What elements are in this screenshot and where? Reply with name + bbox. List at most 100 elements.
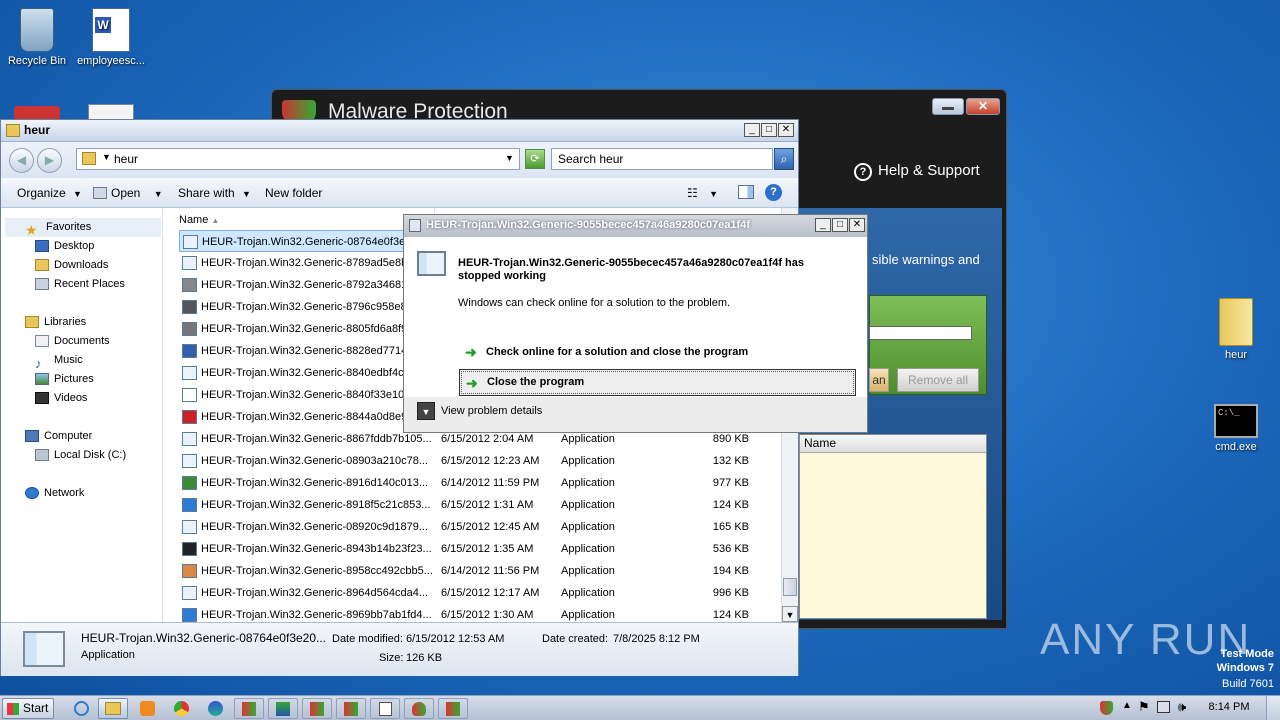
- close-button[interactable]: ✕: [849, 218, 865, 232]
- chevron-down-icon: ▼: [73, 189, 82, 199]
- nav-libraries[interactable]: Libraries: [25, 313, 86, 332]
- taskbar-app-icon-6[interactable]: [404, 698, 434, 719]
- table-row[interactable]: HEUR-Trojan.Win32.Generic-08903a210c78..…: [179, 450, 779, 472]
- application-icon: [182, 410, 197, 424]
- refresh-button[interactable]: ⟳: [525, 149, 545, 169]
- application-icon: [182, 542, 197, 556]
- help-icon[interactable]: ?: [765, 184, 782, 201]
- file-name: HEUR-Trojan.Win32.Generic-8828ed77140: [201, 345, 414, 357]
- tray-expand-icon[interactable]: ▲: [1122, 700, 1132, 711]
- tray-security-icon[interactable]: [1100, 701, 1113, 715]
- taskbar-app-icon-7[interactable]: [438, 698, 468, 719]
- view-options-icon[interactable]: ☷ ▼: [687, 186, 718, 200]
- table-row[interactable]: HEUR-Trojan.Win32.Generic-8916d140c013..…: [179, 472, 779, 494]
- open-menu[interactable]: Open ▼: [93, 186, 163, 200]
- taskbar-app-icon-1[interactable]: [234, 698, 264, 719]
- cmd-icon: C:\_: [1214, 404, 1258, 438]
- check-online-option[interactable]: ➜ Check online for a solution and close …: [459, 341, 856, 363]
- table-row[interactable]: HEUR-Trojan.Win32.Generic-08920c9d1879..…: [179, 516, 779, 538]
- taskbar-media-player-icon[interactable]: [132, 698, 162, 719]
- taskbar-app-icon-2[interactable]: [268, 698, 298, 719]
- remove-all-button[interactable]: Remove all: [897, 368, 979, 392]
- share-with-menu[interactable]: Share with ▼: [178, 186, 251, 200]
- navigation-pane: ★ Favorites Desktop Downloads Recent Plac…: [1, 208, 163, 622]
- nav-computer[interactable]: Computer: [25, 427, 92, 446]
- taskbar-ie-icon[interactable]: [66, 698, 96, 719]
- nav-pictures[interactable]: Pictures: [35, 370, 94, 389]
- breadcrumb-heur[interactable]: heur: [114, 152, 138, 166]
- forward-button[interactable]: ▶: [37, 148, 62, 173]
- application-icon: [182, 344, 197, 358]
- nav-local-disk[interactable]: Local Disk (C:): [35, 446, 126, 465]
- expand-details-button[interactable]: ▼: [417, 402, 435, 420]
- nav-recent-places[interactable]: Recent Places: [35, 275, 125, 294]
- clean-button[interactable]: an: [869, 368, 889, 392]
- videos-icon: [35, 392, 49, 405]
- table-row-selected[interactable]: HEUR-Trojan.Win32.Generic-08764e0f3e2: [179, 230, 419, 252]
- taskbar-chrome-icon[interactable]: [166, 698, 196, 719]
- nav-downloads[interactable]: Downloads: [35, 256, 108, 275]
- breadcrumb-chevron-icon[interactable]: ▼: [102, 152, 111, 162]
- new-folder-button[interactable]: New folder: [265, 186, 322, 200]
- clock[interactable]: 8:14 PM: [1200, 701, 1258, 713]
- close-button[interactable]: ✕: [778, 123, 794, 137]
- preview-pane-icon[interactable]: [738, 185, 754, 199]
- build-text: Build 7601: [1222, 678, 1274, 690]
- address-input[interactable]: ▼ heur ▼: [76, 148, 520, 170]
- nav-music[interactable]: ♪ Music: [35, 351, 83, 372]
- table-row[interactable]: HEUR-Trojan.Win32.Generic-8958cc492cbb5.…: [179, 560, 779, 582]
- desktop-icon-cmd[interactable]: C:\_ cmd.exe: [1199, 404, 1273, 453]
- application-icon: [182, 476, 197, 490]
- star-icon: ★: [25, 222, 38, 239]
- nav-favorites[interactable]: ★ Favorites: [25, 218, 91, 239]
- desktop-icon-recycle-bin[interactable]: Recycle Bin: [0, 8, 74, 67]
- table-row[interactable]: HEUR-Trojan.Win32.Generic-8918f5c21c853.…: [179, 494, 779, 516]
- address-dropdown-icon[interactable]: ▼: [505, 153, 514, 163]
- maximize-button[interactable]: □: [761, 123, 777, 137]
- nav-desktop[interactable]: Desktop: [35, 237, 94, 256]
- desktop-icon-partial: [88, 104, 134, 120]
- taskbar-app-icon-5[interactable]: [370, 698, 400, 719]
- taskbar-edge-icon[interactable]: [200, 698, 230, 719]
- nav-documents[interactable]: Documents: [35, 332, 110, 351]
- details-date-created-label: Date created:: [542, 633, 609, 645]
- windows-version-text: Windows 7: [1216, 662, 1274, 674]
- details-pane: HEUR-Trojan.Win32.Generic-08764e0f3e20..…: [1, 622, 798, 676]
- minimize-button[interactable]: _: [744, 123, 760, 137]
- word-document-icon: W: [92, 8, 130, 52]
- tray-network-icon[interactable]: [1157, 701, 1170, 713]
- application-icon: [182, 498, 197, 512]
- taskbar-app-icon-4[interactable]: [336, 698, 366, 719]
- show-desktop-button[interactable]: [1266, 696, 1280, 720]
- table-row[interactable]: HEUR-Trojan.Win32.Generic-8964d564cda4..…: [179, 582, 779, 604]
- minimize-button[interactable]: _: [815, 218, 831, 232]
- file-size: 132 KB: [712, 455, 749, 467]
- tray-volume-icon[interactable]: 🕪: [1178, 699, 1186, 715]
- back-button[interactable]: ◀: [9, 148, 34, 173]
- nav-videos[interactable]: Videos: [35, 389, 87, 408]
- minimize-button[interactable]: [932, 98, 964, 115]
- file-type: Application: [561, 455, 615, 467]
- table-row[interactable]: HEUR-Trojan.Win32.Generic-8943b14b23f23.…: [179, 538, 779, 560]
- close-program-option[interactable]: ➜ Close the program: [459, 369, 856, 396]
- search-icon[interactable]: ⌕: [774, 148, 794, 170]
- help-support-link[interactable]: Help & Support: [878, 162, 980, 179]
- desktop-icon-heur-folder[interactable]: heur: [1199, 298, 1273, 361]
- start-button[interactable]: Start: [2, 698, 54, 719]
- taskbar: Start ▲ ⚑ 🕪 8:14 PM: [0, 695, 1280, 720]
- organize-menu[interactable]: Organize ▼: [17, 186, 82, 200]
- music-icon: ♪: [35, 356, 42, 372]
- nav-network[interactable]: Network: [25, 484, 84, 503]
- table-header-name: Name: [800, 435, 986, 453]
- desktop-icon-employees-doc[interactable]: W employeesc...: [74, 8, 148, 67]
- tray-flag-icon[interactable]: ⚑: [1138, 699, 1150, 715]
- desktop-icon-partial: [14, 106, 60, 120]
- taskbar-explorer-icon[interactable]: [98, 698, 128, 719]
- close-button[interactable]: ✕: [966, 98, 1000, 115]
- maximize-button[interactable]: □: [832, 218, 848, 232]
- search-input[interactable]: Search heur: [551, 148, 773, 170]
- view-problem-details-link[interactable]: View problem details: [441, 405, 542, 417]
- application-icon: [182, 520, 197, 534]
- taskbar-app-icon-3[interactable]: [302, 698, 332, 719]
- column-header-name[interactable]: Name ▲: [165, 208, 435, 230]
